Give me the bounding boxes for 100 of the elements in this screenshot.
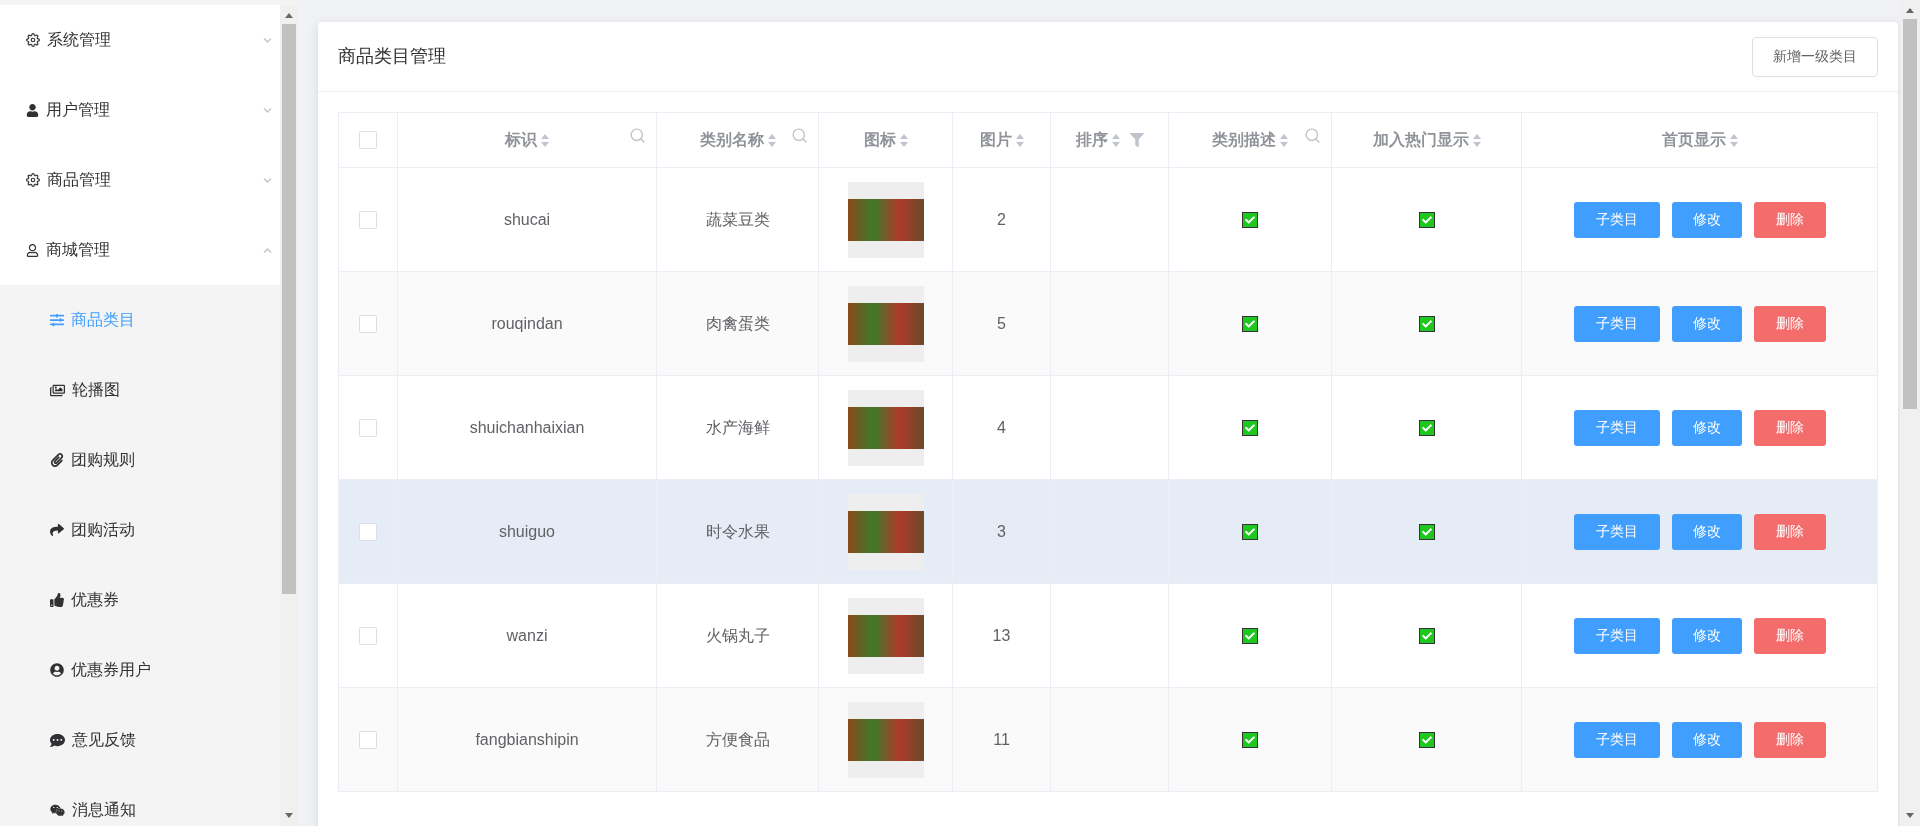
scroll-up-arrow-icon[interactable] [1906,8,1914,13]
delete-button[interactable]: 删除 [1753,305,1826,342]
check-icon [1245,214,1255,225]
column-header: 图标 [863,130,896,150]
scrollbar-thumb[interactable] [282,24,296,594]
submenu-item[interactable]: 轮播图 [0,355,280,425]
sort-icon[interactable] [1111,133,1120,147]
checkbox[interactable] [1242,523,1258,540]
edit-button[interactable]: 修改 [1671,409,1742,446]
table-cell-text: shuiguo [498,521,555,542]
checkbox[interactable] [1242,627,1258,644]
menu-item[interactable]: 系统管理 [0,5,280,75]
row-checkbox[interactable] [359,314,377,333]
delete-button[interactable]: 删除 [1753,409,1826,446]
select-all-checkbox[interactable] [359,131,377,149]
menu-item[interactable]: 商城管理 [0,215,280,285]
edit-button[interactable]: 修改 [1671,201,1742,238]
scrollbar[interactable] [280,5,298,826]
checkbox[interactable] [1242,731,1258,748]
row-checkbox[interactable] [359,626,377,645]
edit-button[interactable]: 修改 [1671,721,1742,758]
check-icon [1421,734,1432,745]
subcategory-button[interactable]: 子类目 [1573,513,1660,550]
table-row[interactable]: fangbianshipin 方便食品 11 子类目 修改 删除 [339,688,1878,792]
table-cell-text: rouqindan [491,313,563,334]
table-cell-text: shucai [503,209,551,230]
table-row[interactable]: rouqindan 肉禽蛋类 5 子类目 修改 删除 [339,272,1878,376]
sort-icon[interactable] [1280,133,1288,147]
edit-button[interactable]: 修改 [1671,617,1742,654]
checkbox[interactable] [1242,211,1258,228]
delete-button[interactable]: 删除 [1753,201,1826,238]
table-row[interactable]: shuiguo 时令水果 3 子类目 修改 删除 [339,480,1878,584]
menu-item[interactable]: 用户管理 [0,75,280,145]
scroll-down-arrow-icon[interactable] [285,813,293,818]
filter-icon[interactable] [1129,132,1144,148]
checkbox[interactable] [1418,315,1435,332]
menu-item[interactable]: 商品管理 [0,145,280,215]
table-row[interactable]: wanzi 火锅丸子 13 子类目 修改 删除 [339,584,1878,688]
gear-icon [26,33,40,47]
submenu-item[interactable]: 意见反馈 [0,705,280,775]
chevron-down-icon [263,175,272,185]
checkbox[interactable] [1418,419,1435,436]
column-header: 类别名称 [699,130,764,150]
search-icon[interactable] [1304,127,1321,144]
checkbox[interactable] [1418,523,1435,540]
row-checkbox[interactable] [359,730,377,749]
table-cell-text: 2 [997,209,1006,230]
checkbox[interactable] [1242,419,1258,436]
sort-icon[interactable] [1729,133,1738,147]
scroll-down-arrow-icon[interactable] [1906,813,1914,818]
submenu-item[interactable]: 团购活动 [0,495,280,565]
check-icon [1421,630,1432,641]
sort-icon[interactable] [1015,133,1024,147]
add-category-button[interactable]: 新增一级类目 [1752,36,1878,77]
submenu-item[interactable]: 商品类目 [0,285,280,355]
check-icon [1421,422,1432,433]
sort-icon[interactable] [899,133,908,147]
thumbs-up-icon [50,593,64,607]
delete-button[interactable]: 删除 [1753,513,1826,550]
table-cell-text: 时令水果 [705,521,770,542]
checkbox[interactable] [1418,731,1435,748]
search-icon[interactable] [629,127,646,144]
checkbox[interactable] [1242,315,1258,332]
subcategory-button[interactable]: 子类目 [1573,201,1660,238]
table-cell-text: 5 [997,313,1006,334]
submenu-item[interactable]: 消息通知 [0,775,280,826]
check-icon [1245,630,1255,641]
subcategory-button[interactable]: 子类目 [1573,409,1660,446]
submenu-item[interactable]: 优惠券用户 [0,635,280,705]
table-cell-text: fangbianshipin [475,729,579,750]
subcategory-button[interactable]: 子类目 [1573,305,1660,342]
sort-icon[interactable] [1472,133,1481,147]
delete-button[interactable]: 删除 [1753,617,1826,654]
table-cell-text: 肉禽蛋类 [705,313,770,334]
table-row[interactable]: shuichanhaixian 水产海鲜 4 子类目 修改 删除 [339,376,1878,480]
page-scrollbar[interactable] [1900,0,1920,826]
row-checkbox[interactable] [359,210,377,229]
search-icon[interactable] [791,127,808,144]
user-icon [26,103,39,117]
checkbox[interactable] [1418,211,1435,228]
edit-button[interactable]: 修改 [1671,305,1742,342]
row-checkbox[interactable] [359,522,377,541]
sort-icon[interactable] [541,133,549,147]
table-cell-text: 水产海鲜 [705,417,770,438]
table-cell-text: 3 [997,521,1006,542]
subcategory-button[interactable]: 子类目 [1573,721,1660,758]
sort-icon[interactable] [767,133,776,147]
delete-button[interactable]: 删除 [1753,721,1826,758]
column-header: 首页显示 [1661,130,1726,150]
submenu-item[interactable]: 优惠券 [0,565,280,635]
checkbox[interactable] [1418,627,1435,644]
table-cell-text: wanzi [506,625,548,646]
submenu-item[interactable]: 团购规则 [0,425,280,495]
table-row[interactable]: shucai 蔬菜豆类 2 子类目 修改 删除 [339,168,1878,272]
subcategory-button[interactable]: 子类目 [1573,617,1660,654]
column-header: 类别描述 [1212,130,1276,150]
scroll-up-arrow-icon[interactable] [285,13,293,18]
edit-button[interactable]: 修改 [1671,513,1742,550]
row-checkbox[interactable] [359,418,377,437]
scrollbar-thumb[interactable] [1903,19,1917,409]
